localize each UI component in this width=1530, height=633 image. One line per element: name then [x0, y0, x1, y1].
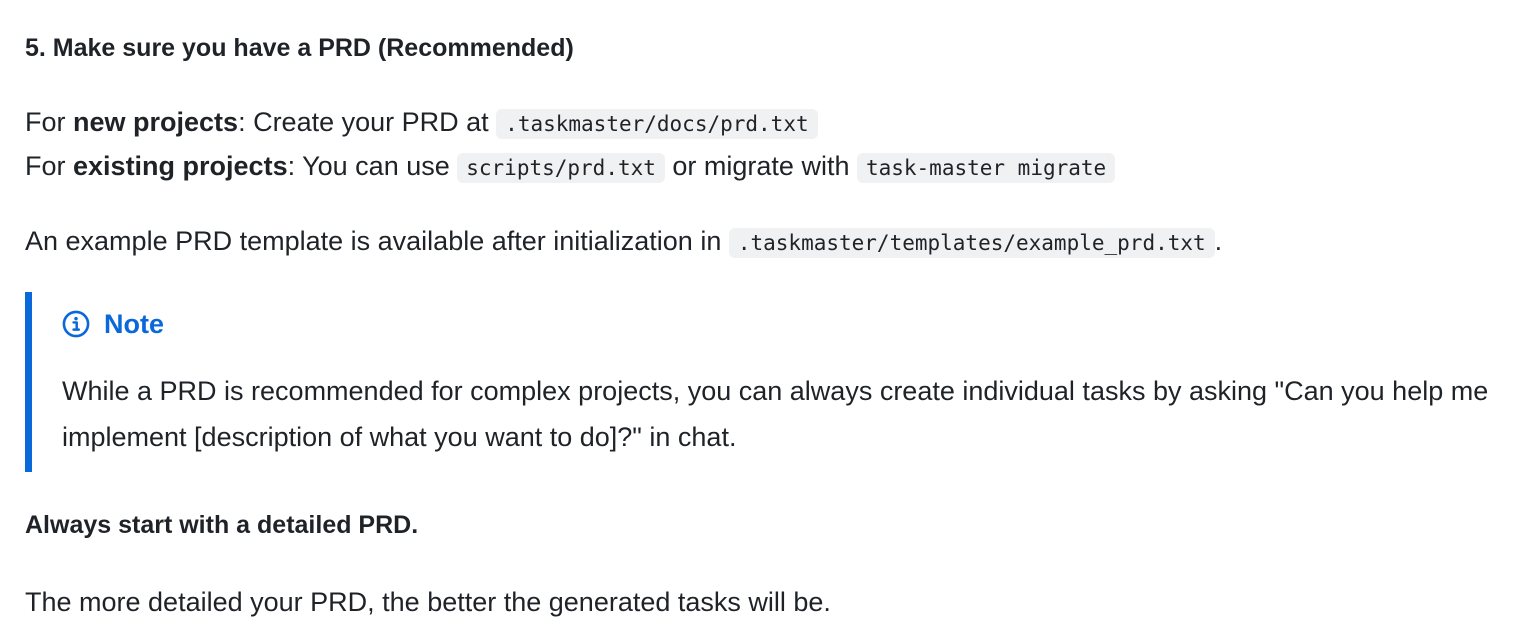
note-title: Note: [62, 306, 164, 342]
example-template-line: An example PRD template is available aft…: [25, 219, 1222, 265]
note-title-label: Note: [104, 309, 164, 339]
section-heading: 5. Make sure you have a PRD (Recommended…: [25, 34, 574, 62]
info-icon: [62, 310, 90, 338]
existing-projects-prefix: For: [25, 151, 74, 181]
example-template-suffix: .: [1214, 226, 1223, 256]
existing-projects-label: existing projects: [73, 151, 288, 181]
example-template-text: An example PRD template is available aft…: [25, 226, 729, 256]
scripts-prd-code: scripts/prd.txt: [457, 153, 665, 183]
example-prd-code: .taskmaster/templates/example_prd.txt: [728, 228, 1215, 258]
existing-projects-middle: or migrate with: [664, 151, 857, 181]
emphasis-line: Always start with a detailed PRD.: [25, 511, 419, 539]
existing-projects-text: : You can use: [287, 151, 458, 181]
existing-projects-line: For existing projects: You can use scrip…: [25, 144, 1116, 190]
new-projects-text: : Create your PRD at: [238, 107, 497, 137]
new-projects-prefix: For: [25, 107, 74, 137]
new-projects-line: For new projects: Create your PRD at .ta…: [25, 100, 818, 146]
migrate-command-code: task-master migrate: [856, 153, 1116, 183]
note-body: While a PRD is recommended for complex p…: [62, 376, 1489, 452]
closing-line: The more detailed your PRD, the better t…: [25, 587, 831, 617]
prd-path-code: .taskmaster/docs/prd.txt: [496, 109, 818, 139]
note-callout: Note While a PRD is recommended for comp…: [25, 292, 1522, 472]
new-projects-label: new projects: [73, 107, 239, 137]
